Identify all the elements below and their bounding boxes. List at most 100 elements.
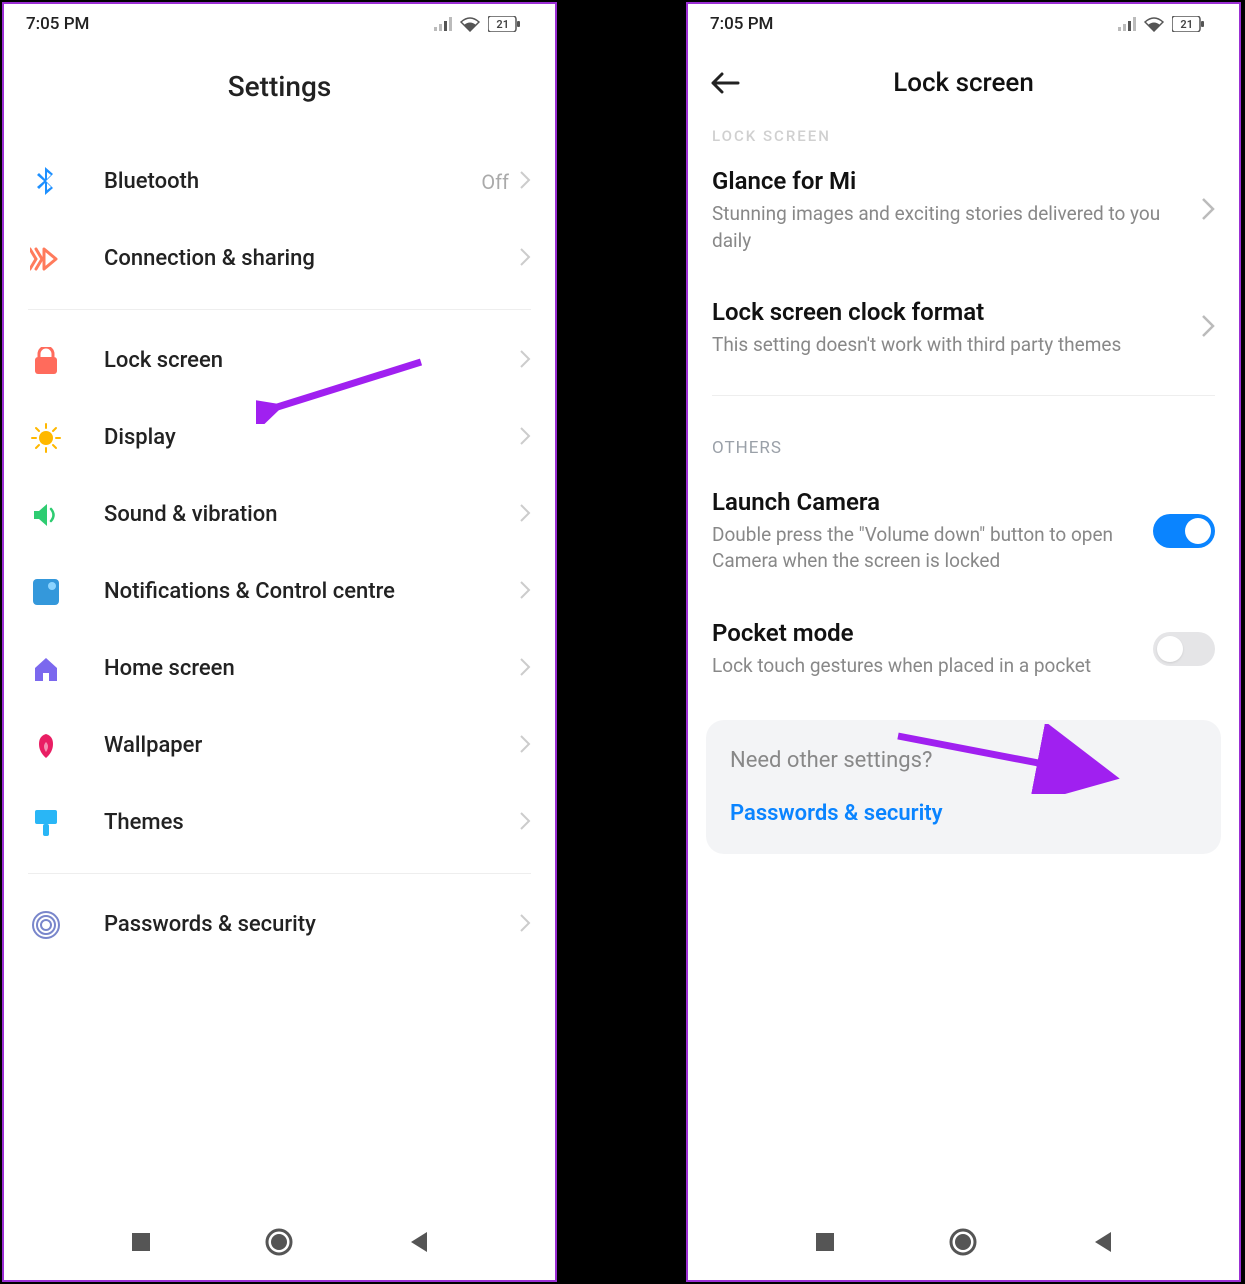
battery-level: 21 bbox=[1180, 18, 1193, 31]
status-icons: 21 bbox=[434, 16, 533, 32]
item-desc: Double press the "Volume down" button to… bbox=[712, 522, 1141, 575]
toggle-knob bbox=[1185, 518, 1211, 544]
signal-icon bbox=[1118, 17, 1136, 31]
row-label: Lock screen bbox=[104, 348, 519, 373]
chevron-right-icon bbox=[519, 170, 531, 194]
status-icons: 21 bbox=[1118, 16, 1217, 32]
item-title: Launch Camera bbox=[712, 488, 1141, 516]
item-desc: Lock touch gestures when placed in a poc… bbox=[712, 653, 1141, 680]
chevron-right-icon bbox=[1201, 314, 1215, 342]
row-passwords[interactable]: Passwords & security bbox=[4, 886, 555, 963]
row-wallpaper[interactable]: Wallpaper bbox=[4, 707, 555, 784]
status-bar: 7:05 PM 21 bbox=[688, 4, 1239, 42]
nav-bar bbox=[4, 1208, 555, 1280]
recent-apps-button[interactable] bbox=[814, 1231, 836, 1257]
home-icon bbox=[28, 651, 64, 687]
toggle-knob bbox=[1157, 636, 1183, 662]
chevron-right-icon bbox=[519, 426, 531, 450]
battery-icon: 21 bbox=[488, 16, 533, 32]
row-label: Bluetooth bbox=[104, 169, 481, 194]
row-display[interactable]: Display bbox=[4, 399, 555, 476]
status-time: 7:05 PM bbox=[710, 14, 773, 34]
lockscreen-list: Glance for Mi Stunning images and exciti… bbox=[688, 145, 1239, 1208]
row-label: Home screen bbox=[104, 656, 519, 681]
status-bar: 7:05 PM 21 bbox=[4, 4, 555, 42]
row-lockscreen[interactable]: Lock screen bbox=[4, 322, 555, 399]
suggestion-card: Need other settings? Passwords & securit… bbox=[706, 720, 1221, 854]
item-text: Pocket mode Lock touch gestures when pla… bbox=[712, 619, 1153, 680]
home-button[interactable] bbox=[264, 1227, 294, 1261]
wifi-icon bbox=[1144, 17, 1164, 32]
item-text: Lock screen clock format This setting do… bbox=[712, 298, 1201, 359]
divider bbox=[28, 873, 531, 874]
row-label: Notifications & Control centre bbox=[104, 579, 519, 604]
control-centre-icon bbox=[28, 574, 64, 610]
divider bbox=[28, 309, 531, 310]
status-time: 7:05 PM bbox=[26, 14, 89, 34]
flower-icon bbox=[28, 728, 64, 764]
row-label: Passwords & security bbox=[104, 912, 519, 937]
row-notifications[interactable]: Notifications & Control centre bbox=[4, 553, 555, 630]
battery-level: 21 bbox=[496, 18, 509, 31]
card-link-passwords[interactable]: Passwords & security bbox=[730, 801, 1197, 826]
signal-icon bbox=[434, 17, 452, 31]
item-title: Glance for Mi bbox=[712, 167, 1189, 195]
row-value: Off bbox=[481, 170, 509, 194]
chevron-right-icon bbox=[519, 811, 531, 835]
back-button[interactable] bbox=[1091, 1230, 1113, 1258]
screen-settings: 7:05 PM 21 Settings Bluetooth Off bbox=[2, 2, 557, 1282]
section-others: OTHERS bbox=[688, 410, 1239, 466]
row-homescreen[interactable]: Home screen bbox=[4, 630, 555, 707]
lock-icon bbox=[28, 343, 64, 379]
back-button[interactable] bbox=[407, 1230, 429, 1258]
chevron-right-icon bbox=[519, 503, 531, 527]
home-button[interactable] bbox=[948, 1227, 978, 1261]
item-text: Glance for Mi Stunning images and exciti… bbox=[712, 167, 1201, 254]
row-bluetooth[interactable]: Bluetooth Off bbox=[4, 143, 555, 220]
page-title: Lock screen bbox=[893, 68, 1034, 98]
item-clock-format[interactable]: Lock screen clock format This setting do… bbox=[688, 276, 1239, 381]
chevron-right-icon bbox=[519, 349, 531, 373]
card-question: Need other settings? bbox=[730, 748, 1197, 773]
section-header-cut: LOCK SCREEN bbox=[688, 119, 1239, 145]
divider bbox=[712, 395, 1215, 396]
item-title: Lock screen clock format bbox=[712, 298, 1189, 326]
item-glance[interactable]: Glance for Mi Stunning images and exciti… bbox=[688, 145, 1239, 276]
page-header: Lock screen bbox=[688, 42, 1239, 122]
row-label: Wallpaper bbox=[104, 733, 519, 758]
wifi-icon bbox=[460, 17, 480, 32]
speaker-icon bbox=[28, 497, 64, 533]
chevron-right-icon bbox=[519, 913, 531, 937]
page-header: Settings bbox=[4, 42, 555, 143]
item-pocket-mode[interactable]: Pocket mode Lock touch gestures when pla… bbox=[688, 597, 1239, 702]
row-label: Display bbox=[104, 425, 519, 450]
item-launch-camera[interactable]: Launch Camera Double press the "Volume d… bbox=[688, 466, 1239, 597]
chevron-right-icon bbox=[1201, 197, 1215, 225]
row-themes[interactable]: Themes bbox=[4, 784, 555, 861]
nav-bar bbox=[688, 1208, 1239, 1280]
back-arrow-button[interactable] bbox=[710, 66, 744, 100]
fingerprint-icon bbox=[28, 907, 64, 943]
row-sound[interactable]: Sound & vibration bbox=[4, 476, 555, 553]
row-label: Sound & vibration bbox=[104, 502, 519, 527]
sun-icon bbox=[28, 420, 64, 456]
toggle-launch-camera[interactable] bbox=[1153, 514, 1215, 548]
chevron-right-icon bbox=[519, 247, 531, 271]
item-desc: This setting doesn't work with third par… bbox=[712, 332, 1189, 359]
chevron-right-icon bbox=[519, 580, 531, 604]
battery-icon: 21 bbox=[1172, 16, 1217, 32]
chevron-right-icon bbox=[519, 734, 531, 758]
page-title: Settings bbox=[4, 70, 555, 103]
connection-icon bbox=[28, 241, 64, 277]
chevron-right-icon bbox=[519, 657, 531, 681]
toggle-pocket-mode[interactable] bbox=[1153, 632, 1215, 666]
item-desc: Stunning images and exciting stories del… bbox=[712, 201, 1189, 254]
row-label: Connection & sharing bbox=[104, 246, 519, 271]
recent-apps-button[interactable] bbox=[130, 1231, 152, 1257]
item-title: Pocket mode bbox=[712, 619, 1141, 647]
row-connection[interactable]: Connection & sharing bbox=[4, 220, 555, 297]
row-label: Themes bbox=[104, 810, 519, 835]
bluetooth-icon bbox=[28, 164, 64, 200]
item-text: Launch Camera Double press the "Volume d… bbox=[712, 488, 1153, 575]
settings-list: Bluetooth Off Connection & sharing Lock … bbox=[4, 143, 555, 1208]
